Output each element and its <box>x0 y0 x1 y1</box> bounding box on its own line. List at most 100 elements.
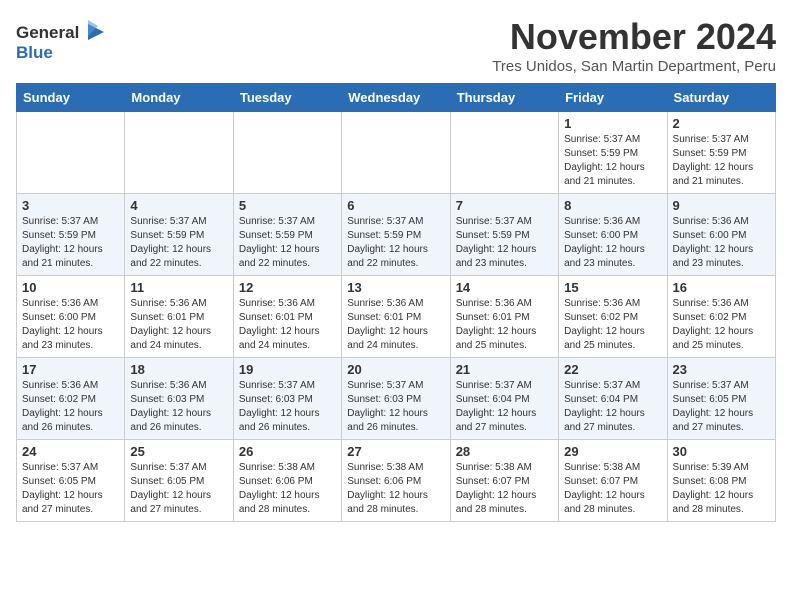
day-number: 16 <box>673 280 770 295</box>
week-row-2: 3 Sunrise: 5:37 AM Sunset: 5:59 PM Daylig… <box>17 194 776 276</box>
calendar-cell: 9 Sunrise: 5:36 AM Sunset: 6:00 PM Daylig… <box>667 194 775 276</box>
day-info: Sunrise: 5:38 AM Sunset: 6:07 PM Dayligh… <box>456 461 553 517</box>
month-title: November 2024 <box>492 16 776 58</box>
day-info: Sunrise: 5:37 AM Sunset: 6:04 PM Dayligh… <box>456 379 553 435</box>
day-info: Sunrise: 5:37 AM Sunset: 6:05 PM Dayligh… <box>673 379 770 435</box>
day-number: 1 <box>564 116 661 131</box>
calendar-cell <box>342 112 450 194</box>
day-number: 25 <box>130 444 227 459</box>
day-number: 14 <box>456 280 553 295</box>
weekday-friday: Friday <box>559 84 667 112</box>
calendar-cell: 14Sunrise: 5:36 AM Sunset: 6:01 PM Dayli… <box>450 276 558 358</box>
day-info: Sunrise: 5:38 AM Sunset: 6:06 PM Dayligh… <box>239 461 336 517</box>
day-info: Sunrise: 5:37 AM Sunset: 5:59 PM Dayligh… <box>22 215 119 271</box>
day-info: Sunrise: 5:37 AM Sunset: 6:05 PM Dayligh… <box>130 461 227 517</box>
day-info: Sunrise: 5:36 AM Sunset: 6:01 PM Dayligh… <box>239 297 336 353</box>
day-number: 6 <box>347 198 444 213</box>
day-info: Sunrise: 5:39 AM Sunset: 6:08 PM Dayligh… <box>673 461 770 517</box>
day-number: 8 <box>564 198 661 213</box>
day-number: 20 <box>347 362 444 377</box>
day-info: Sunrise: 5:37 AM Sunset: 5:59 PM Dayligh… <box>456 215 553 271</box>
day-info: Sunrise: 5:36 AM Sunset: 6:01 PM Dayligh… <box>130 297 227 353</box>
calendar-cell: 24Sunrise: 5:37 AM Sunset: 6:05 PM Dayli… <box>17 440 125 522</box>
calendar-cell: 2 Sunrise: 5:37 AM Sunset: 5:59 PM Daylig… <box>667 112 775 194</box>
week-row-3: 10 Sunrise: 5:36 AM Sunset: 6:00 PM Dayli… <box>17 276 776 358</box>
calendar-cell: 25 Sunrise: 5:37 AM Sunset: 6:05 PM Dayli… <box>125 440 233 522</box>
calendar-cell: 29 Sunrise: 5:38 AM Sunset: 6:07 PM Dayli… <box>559 440 667 522</box>
day-number: 22 <box>564 362 661 377</box>
day-number: 23 <box>673 362 770 377</box>
calendar-table: SundayMondayTuesdayWednesdayThursdayFrid… <box>16 83 776 522</box>
weekday-header-row: SundayMondayTuesdayWednesdayThursdayFrid… <box>17 84 776 112</box>
day-number: 2 <box>673 116 770 131</box>
day-info: Sunrise: 5:37 AM Sunset: 5:59 PM Dayligh… <box>239 215 336 271</box>
day-number: 30 <box>673 444 770 459</box>
calendar-cell: 19Sunrise: 5:37 AM Sunset: 6:03 PM Dayli… <box>233 358 341 440</box>
day-number: 12 <box>239 280 336 295</box>
calendar-cell <box>233 112 341 194</box>
calendar-cell: 3 Sunrise: 5:37 AM Sunset: 5:59 PM Daylig… <box>17 194 125 276</box>
calendar-cell <box>450 112 558 194</box>
day-info: Sunrise: 5:37 AM Sunset: 6:03 PM Dayligh… <box>239 379 336 435</box>
calendar-cell: 28 Sunrise: 5:38 AM Sunset: 6:07 PM Dayli… <box>450 440 558 522</box>
day-number: 5 <box>239 198 336 213</box>
calendar-cell: 15Sunrise: 5:36 AM Sunset: 6:02 PM Dayli… <box>559 276 667 358</box>
calendar-cell: 26 Sunrise: 5:38 AM Sunset: 6:06 PM Dayli… <box>233 440 341 522</box>
day-number: 18 <box>130 362 227 377</box>
day-number: 9 <box>673 198 770 213</box>
day-info: Sunrise: 5:36 AM Sunset: 6:03 PM Dayligh… <box>130 379 227 435</box>
calendar-cell: 1 Sunrise: 5:37 AM Sunset: 5:59 PM Daylig… <box>559 112 667 194</box>
day-number: 28 <box>456 444 553 459</box>
day-info: Sunrise: 5:36 AM Sunset: 6:00 PM Dayligh… <box>673 215 770 271</box>
day-info: Sunrise: 5:37 AM Sunset: 5:59 PM Dayligh… <box>564 133 661 189</box>
day-number: 15 <box>564 280 661 295</box>
calendar-cell: 30 Sunrise: 5:39 AM Sunset: 6:08 PM Dayli… <box>667 440 775 522</box>
calendar-cell: 18 Sunrise: 5:36 AM Sunset: 6:03 PM Dayli… <box>125 358 233 440</box>
calendar-cell: 8Sunrise: 5:36 AM Sunset: 6:00 PM Daylig… <box>559 194 667 276</box>
day-number: 10 <box>22 280 119 295</box>
day-info: Sunrise: 5:37 AM Sunset: 5:59 PM Dayligh… <box>673 133 770 189</box>
day-info: Sunrise: 5:38 AM Sunset: 6:07 PM Dayligh… <box>564 461 661 517</box>
day-number: 24 <box>22 444 119 459</box>
calendar-cell: 13 Sunrise: 5:36 AM Sunset: 6:01 PM Dayli… <box>342 276 450 358</box>
day-number: 29 <box>564 444 661 459</box>
day-number: 27 <box>347 444 444 459</box>
calendar-cell: 21 Sunrise: 5:37 AM Sunset: 6:04 PM Dayli… <box>450 358 558 440</box>
calendar-cell: 7 Sunrise: 5:37 AM Sunset: 5:59 PM Daylig… <box>450 194 558 276</box>
day-number: 21 <box>456 362 553 377</box>
day-info: Sunrise: 5:36 AM Sunset: 6:00 PM Dayligh… <box>22 297 119 353</box>
weekday-tuesday: Tuesday <box>233 84 341 112</box>
day-number: 7 <box>456 198 553 213</box>
week-row-4: 17 Sunrise: 5:36 AM Sunset: 6:02 PM Dayli… <box>17 358 776 440</box>
week-row-5: 24 Sunrise: 5:37 AM Sunset: 6:05 PM Dayli… <box>17 440 776 522</box>
weekday-wednesday: Wednesday <box>342 84 450 112</box>
svg-text:Blue: Blue <box>16 43 53 62</box>
day-number: 17 <box>22 362 119 377</box>
calendar-cell: 16Sunrise: 5:36 AM Sunset: 6:02 PM Dayli… <box>667 276 775 358</box>
title-block: November 2024 Tres Unidos, San Martin De… <box>492 16 776 75</box>
calendar-cell: 17 Sunrise: 5:36 AM Sunset: 6:02 PM Dayli… <box>17 358 125 440</box>
calendar-cell: 4Sunrise: 5:37 AM Sunset: 5:59 PM Daylig… <box>125 194 233 276</box>
day-info: Sunrise: 5:38 AM Sunset: 6:06 PM Dayligh… <box>347 461 444 517</box>
weekday-sunday: Sunday <box>17 84 125 112</box>
day-number: 3 <box>22 198 119 213</box>
calendar-cell: 27 Sunrise: 5:38 AM Sunset: 6:06 PM Dayli… <box>342 440 450 522</box>
day-info: Sunrise: 5:37 AM Sunset: 5:59 PM Dayligh… <box>347 215 444 271</box>
calendar-cell <box>17 112 125 194</box>
day-number: 4 <box>130 198 227 213</box>
day-number: 11 <box>130 280 227 295</box>
day-info: Sunrise: 5:37 AM Sunset: 6:03 PM Dayligh… <box>347 379 444 435</box>
weekday-monday: Monday <box>125 84 233 112</box>
location-title: Tres Unidos, San Martin Department, Peru <box>492 58 776 75</box>
day-info: Sunrise: 5:36 AM Sunset: 6:02 PM Dayligh… <box>22 379 119 435</box>
calendar-cell <box>125 112 233 194</box>
day-number: 26 <box>239 444 336 459</box>
calendar-cell: 11 Sunrise: 5:36 AM Sunset: 6:01 PM Dayli… <box>125 276 233 358</box>
day-info: Sunrise: 5:36 AM Sunset: 6:01 PM Dayligh… <box>347 297 444 353</box>
calendar-cell: 10 Sunrise: 5:36 AM Sunset: 6:00 PM Dayli… <box>17 276 125 358</box>
calendar-cell: 6 Sunrise: 5:37 AM Sunset: 5:59 PM Daylig… <box>342 194 450 276</box>
logo-svg: General Blue <box>16 16 106 64</box>
calendar-cell: 22 Sunrise: 5:37 AM Sunset: 6:04 PM Dayli… <box>559 358 667 440</box>
day-info: Sunrise: 5:37 AM Sunset: 6:04 PM Dayligh… <box>564 379 661 435</box>
day-number: 13 <box>347 280 444 295</box>
